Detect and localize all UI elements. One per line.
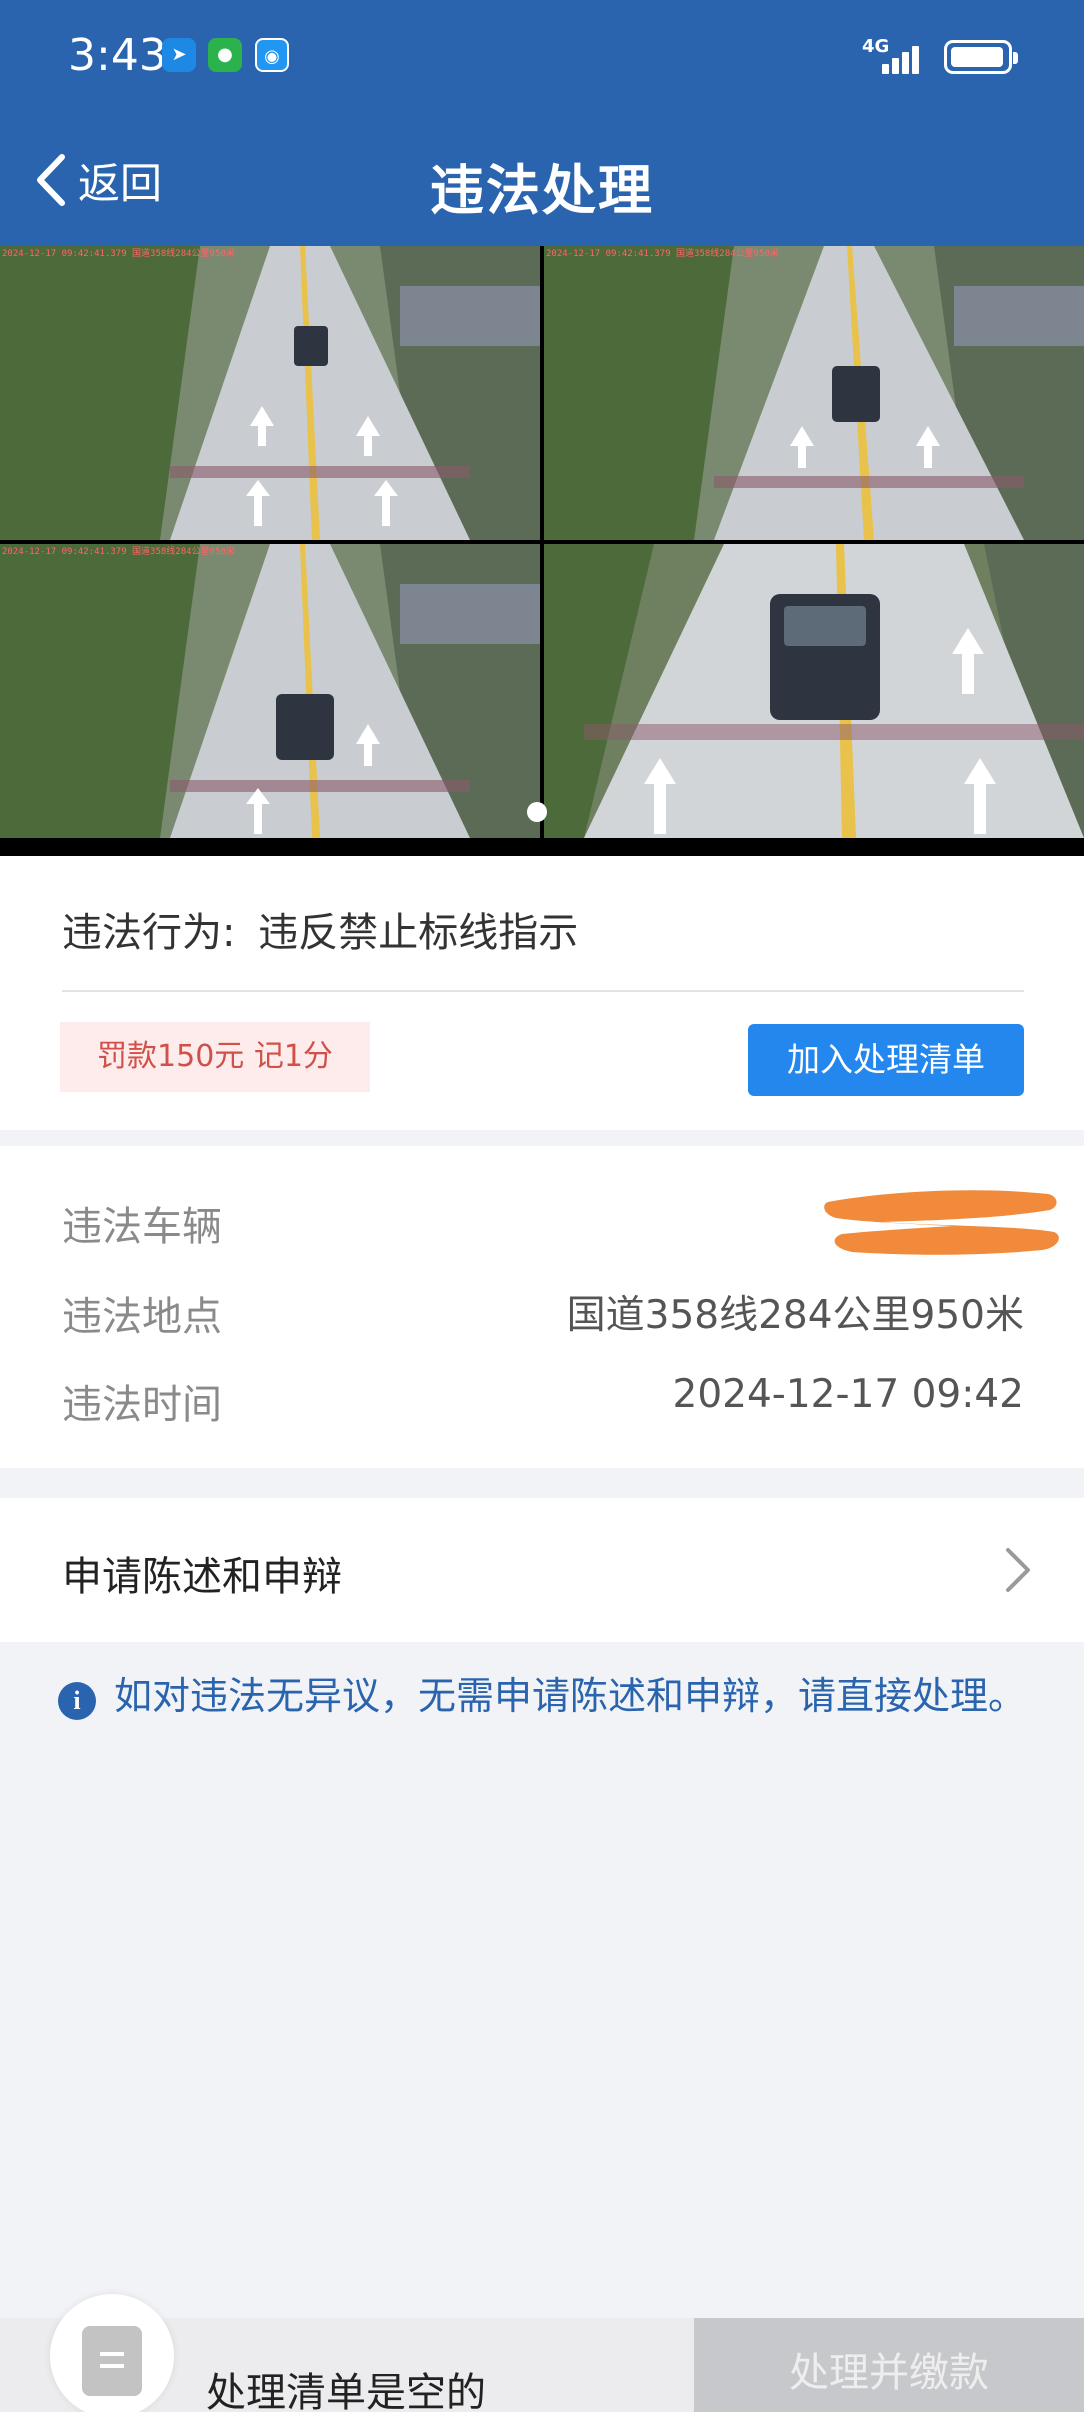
violation-photo-1[interactable]: 2024-12-17 09:42:41.379 国道358线284公里950米 bbox=[0, 246, 540, 540]
violation-details-card: 违法车辆 违法地点 国道358线284公里950米 违法时间 2024-12-1… bbox=[0, 1146, 1084, 1468]
redaction-mark bbox=[824, 1190, 1059, 1255]
violation-photo-2[interactable]: 2024-12-17 09:42:41.379 国道358线284公里950米 bbox=[544, 246, 1084, 540]
detail-value-location: 国道358线284公里950米 bbox=[566, 1293, 1024, 1338]
wechat-icon: ● bbox=[208, 38, 242, 72]
bottom-bar: 处理清单是空的 处理并缴款 bbox=[0, 2294, 1084, 2412]
list-empty-text: 处理清单是空的 bbox=[206, 2370, 486, 2412]
detail-label-time: 违法时间 bbox=[62, 1382, 222, 1428]
status-bar: 3:43 ➤ ● ◉ 4G bbox=[0, 0, 1084, 110]
violation-card: 违法行为: 违反禁止标线指示 罚款150元 记1分 加入处理清单 bbox=[0, 856, 1084, 1130]
detail-label-vehicle: 违法车辆 bbox=[62, 1204, 222, 1250]
browser-icon: ◉ bbox=[255, 38, 289, 72]
app-header: 3:43 ➤ ● ◉ 4G 返回 违法处理 bbox=[0, 0, 1084, 246]
violation-photo-4[interactable] bbox=[544, 544, 1084, 838]
violation-behavior-value: 违反禁止标线指示 bbox=[258, 910, 579, 956]
info-text: 如对违法无异议，无需申请陈述和申辩，请直接处理。 bbox=[114, 1674, 1027, 1718]
carousel-dot[interactable] bbox=[527, 802, 547, 822]
status-indicators: 4G bbox=[862, 36, 1018, 76]
detail-value-time: 2024-12-17 09:42 bbox=[672, 1372, 1024, 1417]
penalty-badge: 罚款150元 记1分 bbox=[60, 1022, 370, 1092]
photo-overlay-text: 2024-12-17 09:42:41.379 国道358线284公里950米 bbox=[2, 547, 235, 557]
signal-icon bbox=[882, 42, 930, 74]
info-icon: i bbox=[58, 1682, 96, 1720]
violation-behavior-label: 违法行为: bbox=[62, 910, 236, 956]
appeal-label: 申请陈述和申辩 bbox=[62, 1554, 342, 1600]
appeal-row[interactable]: 申请陈述和申辩 bbox=[0, 1498, 1084, 1642]
status-time: 3:43 bbox=[68, 30, 167, 81]
violation-behavior: 违法行为: 违反禁止标线指示 bbox=[62, 900, 578, 958]
chevron-right-icon bbox=[1006, 1548, 1030, 1592]
processing-list-icon[interactable] bbox=[50, 2294, 174, 2412]
divider bbox=[62, 990, 1024, 992]
photo-overlay-text: 2024-12-17 09:42:41.379 国道358线284公里950米 bbox=[2, 249, 235, 259]
violation-photo-3[interactable]: 2024-12-17 09:42:41.379 国道358线284公里950米 bbox=[0, 544, 540, 838]
page-title: 违法处理 bbox=[430, 159, 654, 222]
violation-photo-carousel[interactable]: 2024-12-17 09:42:41.379 国道358线284公里950米 … bbox=[0, 246, 1084, 856]
photo-overlay-text: 2024-12-17 09:42:41.379 国道358线284公里950米 bbox=[546, 249, 779, 259]
app-notification-icon: ➤ bbox=[162, 38, 196, 72]
add-to-list-button[interactable]: 加入处理清单 bbox=[748, 1024, 1024, 1096]
detail-label-location: 违法地点 bbox=[62, 1294, 222, 1340]
process-and-pay-button[interactable]: 处理并缴款 bbox=[694, 2318, 1084, 2412]
battery-icon bbox=[944, 40, 1018, 74]
